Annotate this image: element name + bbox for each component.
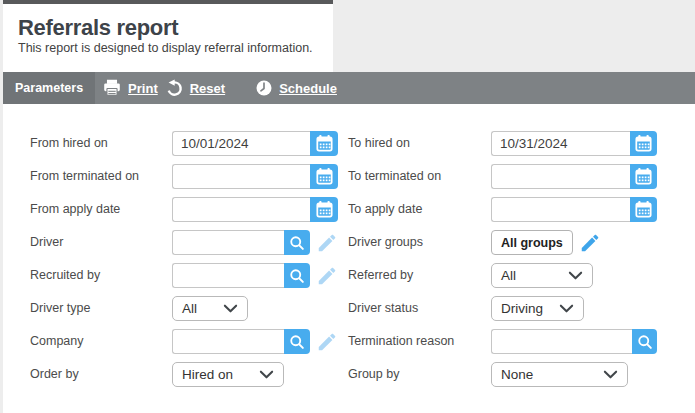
driver-type-label: Driver type xyxy=(30,296,90,321)
chevron-down-icon xyxy=(223,304,238,314)
driver-search-button[interactable] xyxy=(284,230,310,255)
driver-groups-field: All groups xyxy=(491,230,601,255)
driver-edit-pencil-icon[interactable] xyxy=(316,232,338,254)
referred-by-label: Referred by xyxy=(348,263,413,288)
to-terminated-on-calendar-button[interactable] xyxy=(630,164,657,189)
calendar-icon xyxy=(314,199,335,220)
chevron-down-icon xyxy=(259,370,274,380)
report-header: Referrals report This report is designed… xyxy=(3,0,333,72)
calendar-icon xyxy=(633,199,654,220)
to-hired-on-input[interactable] xyxy=(491,131,630,156)
page-subtitle: This report is designed to display refer… xyxy=(18,41,333,55)
group-by-select[interactable]: None xyxy=(491,362,628,387)
order-by-value: Hired on xyxy=(182,367,233,382)
reset-button[interactable]: Reset xyxy=(164,78,225,99)
group-by-value: None xyxy=(501,367,533,382)
driver-status-select[interactable]: Driving xyxy=(491,296,584,321)
chevron-down-icon xyxy=(603,370,618,380)
from-terminated-on-input[interactable] xyxy=(172,164,310,189)
search-icon xyxy=(287,233,307,253)
group-by-field: None xyxy=(491,362,628,387)
recruited-by-field xyxy=(172,263,338,288)
recruited-by-edit-pencil-icon[interactable] xyxy=(316,265,338,287)
driver-input[interactable] xyxy=(172,230,284,255)
reset-icon xyxy=(164,78,185,99)
to-terminated-on-label: To terminated on xyxy=(348,164,441,189)
all-groups-button[interactable]: All groups xyxy=(491,230,573,255)
from-hired-on-field xyxy=(172,131,338,156)
driver-groups-label: Driver groups xyxy=(348,230,423,255)
termination-reason-search-button[interactable] xyxy=(632,329,657,354)
from-hired-on-input[interactable] xyxy=(172,131,310,156)
to-apply-date-label: To apply date xyxy=(348,197,422,222)
driver-groups-edit-pencil-icon[interactable] xyxy=(579,232,601,254)
order-by-field: Hired on xyxy=(172,362,284,387)
print-icon xyxy=(101,77,123,99)
calendar-icon xyxy=(633,166,654,187)
company-search-button[interactable] xyxy=(284,329,310,354)
to-terminated-on-input[interactable] xyxy=(491,164,630,189)
driver-field xyxy=(172,230,338,255)
to-terminated-on-field xyxy=(491,164,657,189)
group-by-label: Group by xyxy=(348,362,399,387)
recruited-by-label: Recruited by xyxy=(30,263,100,288)
clock-icon xyxy=(254,78,274,98)
calendar-icon xyxy=(314,133,335,154)
from-hired-on-calendar-button[interactable] xyxy=(310,131,338,156)
schedule-label: Schedule xyxy=(279,81,337,96)
termination-reason-field xyxy=(491,329,657,354)
referred-by-field: All xyxy=(491,263,593,288)
to-hired-on-calendar-button[interactable] xyxy=(630,131,657,156)
chevron-down-icon xyxy=(559,304,574,314)
driver-type-value: All xyxy=(182,301,197,316)
page: Referrals report This report is designed… xyxy=(3,0,695,413)
parameters-form: From hired on To hired on From terminate… xyxy=(3,104,695,413)
referred-by-value: All xyxy=(501,268,516,283)
driver-status-value: Driving xyxy=(501,301,543,316)
search-icon xyxy=(635,332,655,352)
to-hired-on-label: To hired on xyxy=(348,131,410,156)
from-apply-date-label: From apply date xyxy=(30,197,120,222)
calendar-icon xyxy=(633,133,654,154)
from-hired-on-label: From hired on xyxy=(30,131,108,156)
recruited-by-input[interactable] xyxy=(172,263,284,288)
schedule-button[interactable]: Schedule xyxy=(254,78,337,98)
to-apply-date-field xyxy=(491,197,657,222)
driver-status-field: Driving xyxy=(491,296,584,321)
company-edit-pencil-icon[interactable] xyxy=(316,331,338,353)
termination-reason-input[interactable] xyxy=(491,329,632,354)
calendar-icon xyxy=(314,166,335,187)
referred-by-select[interactable]: All xyxy=(491,263,593,288)
from-terminated-on-field xyxy=(172,164,338,189)
print-label: Print xyxy=(128,81,158,96)
to-apply-date-calendar-button[interactable] xyxy=(630,197,657,222)
from-terminated-on-calendar-button[interactable] xyxy=(310,164,338,189)
from-apply-date-calendar-button[interactable] xyxy=(310,197,338,222)
company-input[interactable] xyxy=(172,329,284,354)
driver-type-field: All xyxy=(172,296,248,321)
recruited-by-search-button[interactable] xyxy=(284,263,310,288)
driver-type-select[interactable]: All xyxy=(172,296,248,321)
termination-reason-label: Termination reason xyxy=(348,329,454,354)
search-icon xyxy=(287,266,307,286)
company-field xyxy=(172,329,338,354)
search-icon xyxy=(287,332,307,352)
to-hired-on-field xyxy=(491,131,657,156)
driver-status-label: Driver status xyxy=(348,296,418,321)
order-by-label: Order by xyxy=(30,362,79,387)
driver-label: Driver xyxy=(30,230,63,255)
company-label: Company xyxy=(30,329,84,354)
chevron-down-icon xyxy=(568,271,583,281)
from-terminated-on-label: From terminated on xyxy=(30,164,139,189)
order-by-select[interactable]: Hired on xyxy=(172,362,284,387)
page-title: Referrals report xyxy=(18,17,333,39)
print-button[interactable]: Print xyxy=(101,77,158,99)
from-apply-date-input[interactable] xyxy=(172,197,310,222)
reset-label: Reset xyxy=(190,81,225,96)
to-apply-date-input[interactable] xyxy=(491,197,630,222)
toolbar: Parameters Print Reset Schedule xyxy=(3,72,695,104)
from-apply-date-field xyxy=(172,197,338,222)
tab-parameters[interactable]: Parameters xyxy=(3,72,95,104)
